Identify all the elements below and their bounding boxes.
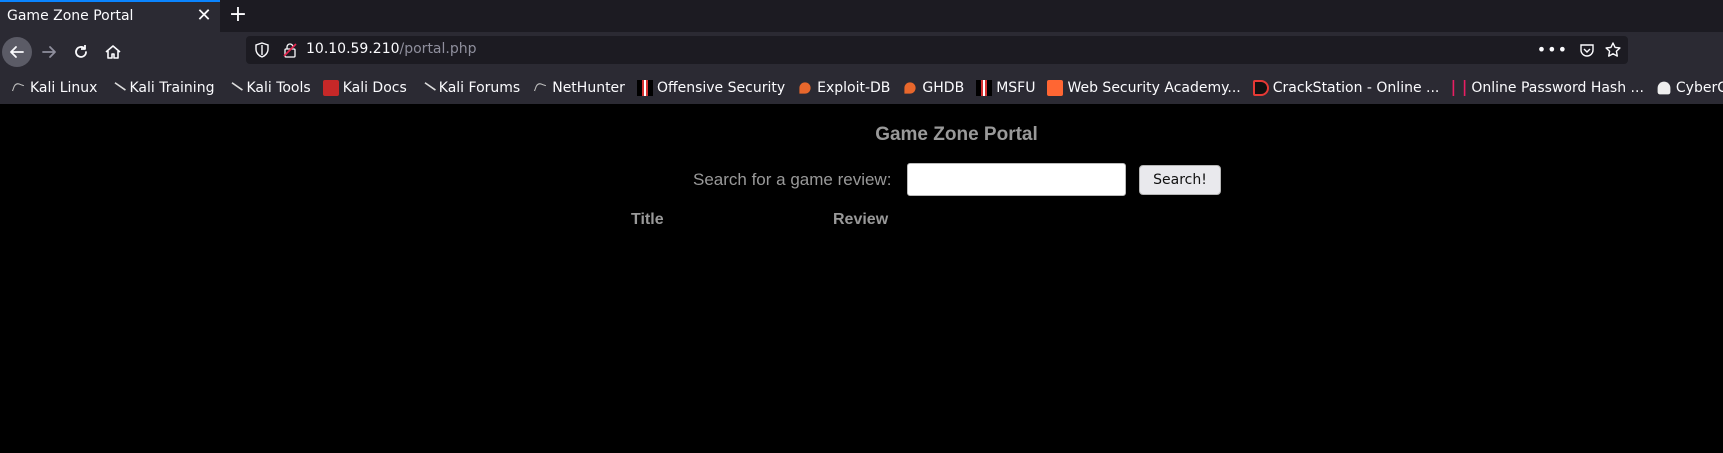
bookmarks-toolbar: Kali Linux Kali Training Kali Tools Kali… xyxy=(0,72,1723,104)
kali-dragon-icon xyxy=(225,82,244,100)
bookmark-crackstation[interactable]: CrackStation - Online ... xyxy=(1252,80,1440,96)
bookmark-label: NetHunter xyxy=(552,80,625,96)
bookmark-msfu[interactable]: MSFU xyxy=(976,80,1035,96)
hash-icon xyxy=(1452,80,1466,96)
bookmark-kali-training[interactable]: Kali Training xyxy=(108,77,215,100)
bookmark-cyberchef[interactable]: CyberChef xyxy=(1656,80,1723,96)
bookmark-exploit-db[interactable]: Exploit-DB xyxy=(797,80,890,96)
bookmark-label: Kali Linux xyxy=(30,80,98,96)
kali-dragon-icon xyxy=(417,82,436,100)
bookmark-kali-forums[interactable]: Kali Forums xyxy=(417,77,521,100)
kali-dragon-icon xyxy=(108,82,127,100)
pocket-icon[interactable] xyxy=(1579,42,1595,58)
crackstation-icon xyxy=(1252,80,1269,96)
tab-title: Game Zone Portal xyxy=(7,8,134,24)
new-tab-button[interactable]: + xyxy=(226,2,250,28)
kali-dragon-icon xyxy=(534,81,547,95)
bookmark-offensive-security[interactable]: Offensive Security xyxy=(636,80,786,96)
home-button[interactable] xyxy=(98,37,128,67)
home-icon xyxy=(105,45,121,59)
kali-dragon-icon xyxy=(11,81,25,95)
tracking-protection-shield-icon[interactable] xyxy=(254,42,270,58)
bookmark-label: GHDB xyxy=(922,80,965,96)
bookmark-label: Online Password Hash ... xyxy=(1471,80,1644,96)
bookmark-kali-tools[interactable]: Kali Tools xyxy=(225,77,311,100)
portswigger-icon xyxy=(1047,80,1064,96)
bookmark-label: Offensive Security xyxy=(656,80,786,96)
search-button[interactable]: Search! xyxy=(1139,165,1221,195)
bookmark-online-password-hash[interactable]: Online Password Hash ... xyxy=(1451,80,1644,96)
cyberchef-icon xyxy=(1657,81,1671,95)
bookmark-web-security-academy[interactable]: Web Security Academy... xyxy=(1047,80,1241,96)
bookmark-label: Exploit-DB xyxy=(817,80,891,96)
bookmark-star-icon[interactable] xyxy=(1604,41,1622,59)
exploitdb-icon xyxy=(904,82,917,94)
forward-button[interactable] xyxy=(34,37,64,67)
tab-game-zone-portal[interactable]: Game Zone Portal ✕ xyxy=(0,0,220,32)
url-host: 10.10.59.210 xyxy=(306,41,400,57)
page-actions-more-icon[interactable]: ••• xyxy=(1537,40,1568,59)
close-tab-icon[interactable]: ✕ xyxy=(194,6,214,26)
offsec-icon xyxy=(976,80,993,96)
page-content: Game Zone Portal Search for a game revie… xyxy=(0,104,1723,453)
bookmark-label: Kali Training xyxy=(129,80,215,96)
column-header-title: Title xyxy=(631,211,664,228)
kali-docs-icon xyxy=(322,80,339,96)
bookmark-label: Web Security Academy... xyxy=(1067,80,1241,96)
navigation-toolbar: 10.10.59.210/portal.php ••• xyxy=(0,32,1723,72)
bookmark-label: Kali Forums xyxy=(438,80,521,96)
reload-icon xyxy=(75,45,87,58)
bookmark-label: CrackStation - Online ... xyxy=(1272,80,1440,96)
url-text[interactable]: 10.10.59.210/portal.php xyxy=(306,41,477,57)
back-arrow-icon xyxy=(10,46,24,58)
search-label: Search for a game review: xyxy=(693,170,892,189)
url-path: /portal.php xyxy=(399,41,477,57)
bookmark-nethunter[interactable]: NetHunter xyxy=(532,80,625,96)
page-title: Game Zone Portal xyxy=(875,124,1038,145)
search-input[interactable] xyxy=(907,163,1126,196)
exploitdb-icon xyxy=(799,82,811,94)
back-button[interactable] xyxy=(2,37,32,67)
bookmark-kali-docs[interactable]: Kali Docs xyxy=(322,80,407,96)
reload-button[interactable] xyxy=(66,37,96,67)
forward-arrow-icon xyxy=(42,46,56,58)
bookmark-label: MSFU xyxy=(996,80,1036,96)
column-header-review: Review xyxy=(833,211,889,228)
address-bar[interactable]: 10.10.59.210/portal.php ••• xyxy=(246,36,1628,64)
bookmark-label: CyberChef xyxy=(1675,80,1723,96)
bookmark-label: Kali Docs xyxy=(342,80,407,96)
bookmark-ghdb[interactable]: GHDB xyxy=(902,80,964,96)
insecure-lock-icon[interactable] xyxy=(282,42,298,58)
bookmark-label: Kali Tools xyxy=(246,80,311,96)
tab-strip: Game Zone Portal ✕ + xyxy=(0,0,1723,32)
offsec-icon xyxy=(636,80,653,96)
bookmark-kali-linux[interactable]: Kali Linux xyxy=(10,80,97,96)
